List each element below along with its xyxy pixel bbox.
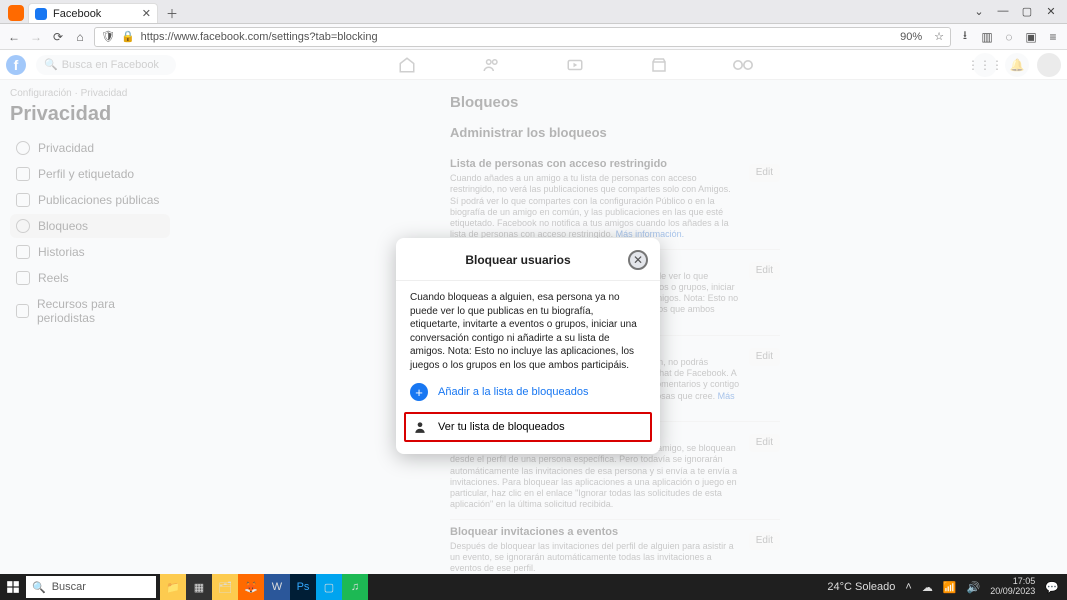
tray-notifications-icon[interactable]: 💬 [1045,581,1059,594]
back-icon[interactable]: ← [6,29,22,45]
home-icon[interactable]: ⌂ [72,29,88,45]
view-block-list-button[interactable]: Ver tu lista de bloqueados [404,412,652,442]
reload-icon[interactable]: ⟳ [50,29,66,45]
forward-icon[interactable]: → [28,29,44,45]
window-maximize-icon[interactable]: ▢ [1015,0,1039,23]
library-icon[interactable]: ▥ [979,29,995,45]
add-to-block-list-button[interactable]: + Añadir a la lista de bloqueados [396,376,660,408]
tab-close-icon[interactable]: ✕ [142,7,151,20]
menu-icon[interactable]: ≡ [1045,29,1061,45]
add-label: Añadir a la lista de bloqueados [438,386,588,398]
modal-close-button[interactable]: ✕ [628,250,648,270]
firefox-badge-icon [8,5,24,21]
weather-widget[interactable]: 24°C Soleado [827,581,895,593]
modal-title: Bloquear usuarios [408,253,628,267]
tray-wifi-icon[interactable]: 📶 [943,581,957,594]
tray-volume-icon[interactable]: 🔊 [967,581,981,594]
taskbar-search[interactable]: 🔍 Buscar [26,576,156,598]
account-icon[interactable]: ◌ [1001,29,1017,45]
address-bar: ← → ⟳ ⌂ 🛡 🔒 https://www.facebook.com/set… [0,24,1067,50]
taskbar-search-label: Buscar [52,581,86,593]
chevron-down-icon[interactable]: ⌄ [967,0,991,23]
taskbar-firefox-icon[interactable]: 🦊 [238,574,264,600]
taskbar-explorer-icon[interactable]: 🗂 [212,574,238,600]
tray-chevron-icon[interactable]: ˄ [905,581,911,593]
modal-body-text: Cuando bloqueas a alguien, esa persona y… [396,281,660,376]
url-field[interactable]: 🛡 🔒 https://www.facebook.com/settings?ta… [94,27,951,47]
new-tab-button[interactable]: ＋ [162,3,182,23]
taskbar-app-1-icon[interactable]: ▦ [186,574,212,600]
window-close-icon[interactable]: ✕ [1039,0,1063,23]
download-icon[interactable]: ⭳ [957,29,973,45]
url-text: https://www.facebook.com/settings?tab=bl… [141,31,378,43]
browser-tab[interactable]: Facebook ✕ [28,3,158,23]
taskbar-clock[interactable]: 17:05 20/09/2023 [990,577,1035,597]
plus-icon: + [410,383,428,401]
tray-cloud-icon[interactable]: ☁ [922,581,933,594]
facebook-favicon-icon [35,8,47,20]
person-icon [412,419,428,435]
taskbar-word-icon[interactable]: W [264,574,290,600]
search-icon: 🔍 [32,581,46,594]
start-button[interactable] [0,574,26,600]
browser-tab-strip: Facebook ✕ ＋ ⌄ — ▢ ✕ [0,0,1067,24]
taskbar-spotify-icon[interactable]: ♫ [342,574,368,600]
zoom-level[interactable]: 90% [900,31,922,43]
file-explorer-icon[interactable]: 📁 [160,574,186,600]
tab-title: Facebook [53,8,101,20]
star-icon[interactable]: ☆ [934,30,944,43]
taskbar-photoshop-icon[interactable]: Ps [290,574,316,600]
windows-taskbar: 🔍 Buscar 📁 ▦ 🗂 🦊 W Ps ▢ ♫ 24°C Soleado ˄… [0,574,1067,600]
view-label: Ver tu lista de bloqueados [438,421,565,433]
taskbar-app-2-icon[interactable]: ▢ [316,574,342,600]
shield-icon: 🛡 [101,30,115,43]
window-controls: ⌄ — ▢ ✕ [967,0,1063,23]
block-users-modal: Bloquear usuarios ✕ Cuando bloqueas a al… [396,238,660,454]
lock-icon: 🔒 [121,30,135,43]
close-icon: ✕ [633,253,643,267]
extension-icon[interactable]: ▣ [1023,29,1039,45]
window-minimize-icon[interactable]: — [991,0,1015,23]
taskbar-date: 20/09/2023 [990,587,1035,597]
